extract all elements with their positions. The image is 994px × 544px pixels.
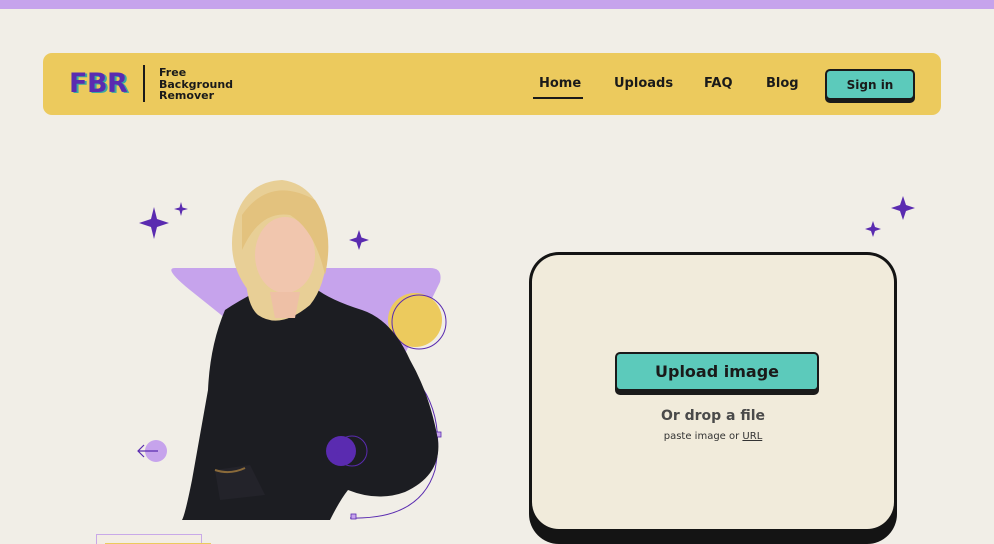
- paste-hint-text: paste image or: [663, 431, 740, 442]
- arrow-left-icon[interactable]: [137, 440, 167, 462]
- nav-uploads-link[interactable]: Uploads: [614, 75, 673, 93]
- sparkle-icon: [865, 196, 915, 237]
- nav-home-link[interactable]: Home: [539, 75, 581, 93]
- sample-thumbnail[interactable]: [96, 534, 211, 544]
- upload-dropzone[interactable]: Upload image Or drop a file paste image …: [532, 255, 894, 529]
- hero-illustration: [137, 180, 447, 520]
- url-link[interactable]: URL: [742, 431, 762, 442]
- brand-tagline: Free Background Remover: [159, 67, 249, 102]
- logo-divider: [143, 65, 145, 102]
- paste-hint: paste image or URL: [532, 431, 894, 442]
- nav-faq-link[interactable]: FAQ: [704, 75, 733, 93]
- tagline-line-1: Free: [159, 66, 187, 79]
- tagline-line-3: Remover: [159, 89, 215, 102]
- person-photo: [182, 180, 439, 520]
- upload-card[interactable]: Upload image Or drop a file paste image …: [529, 252, 897, 544]
- upload-image-button[interactable]: Upload image: [615, 352, 819, 391]
- nav-blog-link[interactable]: Blog: [766, 75, 799, 93]
- brand-logo[interactable]: FBR: [69, 68, 128, 100]
- sign-in-button[interactable]: Sign in: [825, 69, 915, 100]
- navbar: FBR Free Background Remover Home Uploads…: [43, 53, 941, 115]
- nav-active-underline: [533, 97, 583, 99]
- drop-file-label: Or drop a file: [660, 408, 766, 424]
- top-accent-strip: [0, 0, 994, 9]
